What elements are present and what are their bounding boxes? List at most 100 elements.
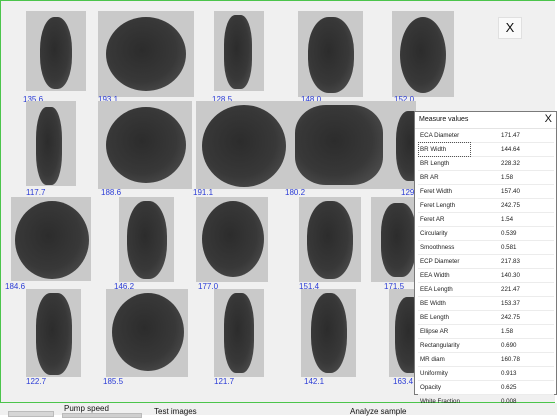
measure-label: EEA Length [420, 286, 453, 293]
particle-silhouette [112, 293, 184, 371]
measure-row[interactable]: Feret AR 1.54 [418, 213, 554, 227]
particle-image[interactable] [98, 101, 192, 189]
measure-label: BR Length [420, 160, 450, 167]
measure-row[interactable]: EEA Width 140.30 [418, 269, 554, 283]
measure-values-dialog: Measure values X ECA Diameter 171.47 BR Wi… [414, 111, 557, 409]
measure-label: ECA Diameter [420, 132, 460, 139]
measure-value: 0.625 [501, 384, 517, 391]
measure-row[interactable]: Rectangularity 0.690 [418, 339, 554, 353]
particle-image[interactable] [291, 101, 386, 189]
particle-image[interactable] [214, 11, 264, 91]
particle-silhouette [202, 105, 286, 187]
measure-label: Feret Width [420, 188, 452, 195]
measure-row[interactable]: BR Width 144.64 [417, 142, 554, 157]
particle-image[interactable] [26, 11, 86, 91]
gallery-close-button[interactable]: X [498, 17, 522, 39]
measure-label: BE Width [420, 300, 446, 307]
measure-label: MR diam [420, 356, 445, 363]
particle-size-label: 185.5 [103, 377, 124, 386]
measure-label: Smoothness [420, 244, 455, 251]
measure-row[interactable]: BR AR 1.58 [418, 171, 554, 185]
particle-image[interactable] [196, 197, 268, 282]
measure-row[interactable]: EEA Length 221.47 [418, 283, 554, 297]
measure-label: Circularity [420, 230, 448, 237]
measure-value: 171.47 [501, 132, 520, 139]
measure-value: 153.37 [501, 300, 520, 307]
particle-image[interactable] [98, 11, 194, 97]
measure-row[interactable]: Smoothness 0.581 [418, 241, 554, 255]
measure-value: 140.30 [501, 272, 520, 279]
particle-size-label: 122.7 [26, 377, 47, 386]
particle-image[interactable] [386, 101, 416, 189]
particle-silhouette [40, 17, 72, 89]
measure-value: 1.54 [501, 216, 514, 223]
measure-row[interactable]: Circularity 0.539 [418, 227, 554, 241]
measure-value: 0.913 [501, 370, 517, 377]
measure-value: 228.32 [501, 160, 520, 167]
particle-image[interactable] [392, 11, 454, 97]
measure-label: Feret AR [420, 216, 445, 223]
pump-speed-label: Pump speed [64, 404, 109, 413]
particle-image[interactable] [301, 289, 356, 377]
particle-image[interactable] [214, 289, 264, 377]
particle-image[interactable] [11, 197, 91, 281]
measure-label: BR AR [420, 174, 439, 181]
bottom-toolbar: Pump speed Test images Analyze sample [0, 403, 557, 418]
measure-row[interactable]: ECA Diameter 171.47 [418, 129, 554, 143]
measure-row[interactable]: BR Length 228.32 [418, 157, 554, 171]
particle-silhouette [311, 293, 347, 373]
particle-image[interactable] [26, 289, 81, 377]
measure-row[interactable]: Feret Length 242.75 [418, 199, 554, 213]
measure-row[interactable]: Ellipse AR 1.58 [418, 325, 554, 339]
particle-silhouette [36, 107, 62, 185]
measure-row[interactable]: MR diam 160.78 [418, 353, 554, 367]
particle-size-label: 117.7 [26, 188, 46, 197]
measure-value: 144.64 [501, 146, 520, 153]
measure-value: 160.78 [501, 356, 520, 363]
measure-row[interactable]: ECP Diameter 217.83 [418, 255, 554, 269]
particle-silhouette [396, 111, 416, 181]
particle-silhouette [15, 201, 89, 279]
particle-silhouette [106, 107, 186, 183]
particle-silhouette [400, 17, 446, 93]
measure-value: 0.581 [501, 244, 517, 251]
measure-label: Feret Length [420, 202, 456, 209]
measure-value: 242.75 [501, 202, 520, 209]
particle-silhouette [308, 17, 354, 93]
particle-silhouette [36, 293, 72, 375]
measure-value: 0.539 [501, 230, 517, 237]
particle-image[interactable] [119, 197, 174, 282]
particle-silhouette [307, 201, 353, 279]
particle-size-label: 142.1 [304, 377, 325, 386]
measure-values-table: ECA Diameter 171.47 BR Width 144.64 BR Lengt… [417, 129, 554, 409]
particle-image[interactable] [106, 289, 188, 377]
dialog-close-button[interactable]: X [545, 113, 552, 126]
measure-label: Rectangularity [420, 342, 460, 349]
particle-image[interactable] [299, 197, 361, 282]
particle-size-label: 184.6 [5, 282, 26, 291]
measure-row[interactable]: BE Width 153.37 [418, 297, 554, 311]
measure-value: 242.75 [501, 314, 520, 321]
measure-row[interactable]: BE Length 242.75 [418, 311, 554, 325]
particle-image[interactable] [26, 101, 76, 186]
particle-size-label: 121.7 [214, 377, 235, 386]
particle-silhouette [381, 203, 416, 277]
measure-value: 0.690 [501, 342, 517, 349]
measure-row[interactable]: Uniformity 0.913 [418, 367, 554, 381]
measure-row[interactable]: Feret Width 157.40 [418, 185, 554, 199]
measure-row[interactable]: Opacity 0.625 [418, 381, 554, 395]
measure-value: 1.58 [501, 328, 514, 335]
particle-size-label: 191.1 [193, 188, 214, 197]
particle-size-label: 180.2 [285, 188, 306, 197]
measure-value: 217.83 [501, 258, 520, 265]
measure-label: Uniformity [420, 370, 448, 377]
measure-label: Ellipse AR [420, 328, 449, 335]
particle-silhouette [106, 17, 186, 91]
particle-size-label: 188.6 [101, 188, 122, 197]
particle-image[interactable] [371, 197, 416, 282]
particle-image[interactable] [196, 101, 291, 189]
particle-silhouette [202, 201, 264, 277]
particle-silhouette [224, 293, 254, 373]
particle-image[interactable] [298, 11, 363, 97]
pump-speed-slider[interactable] [62, 413, 142, 418]
